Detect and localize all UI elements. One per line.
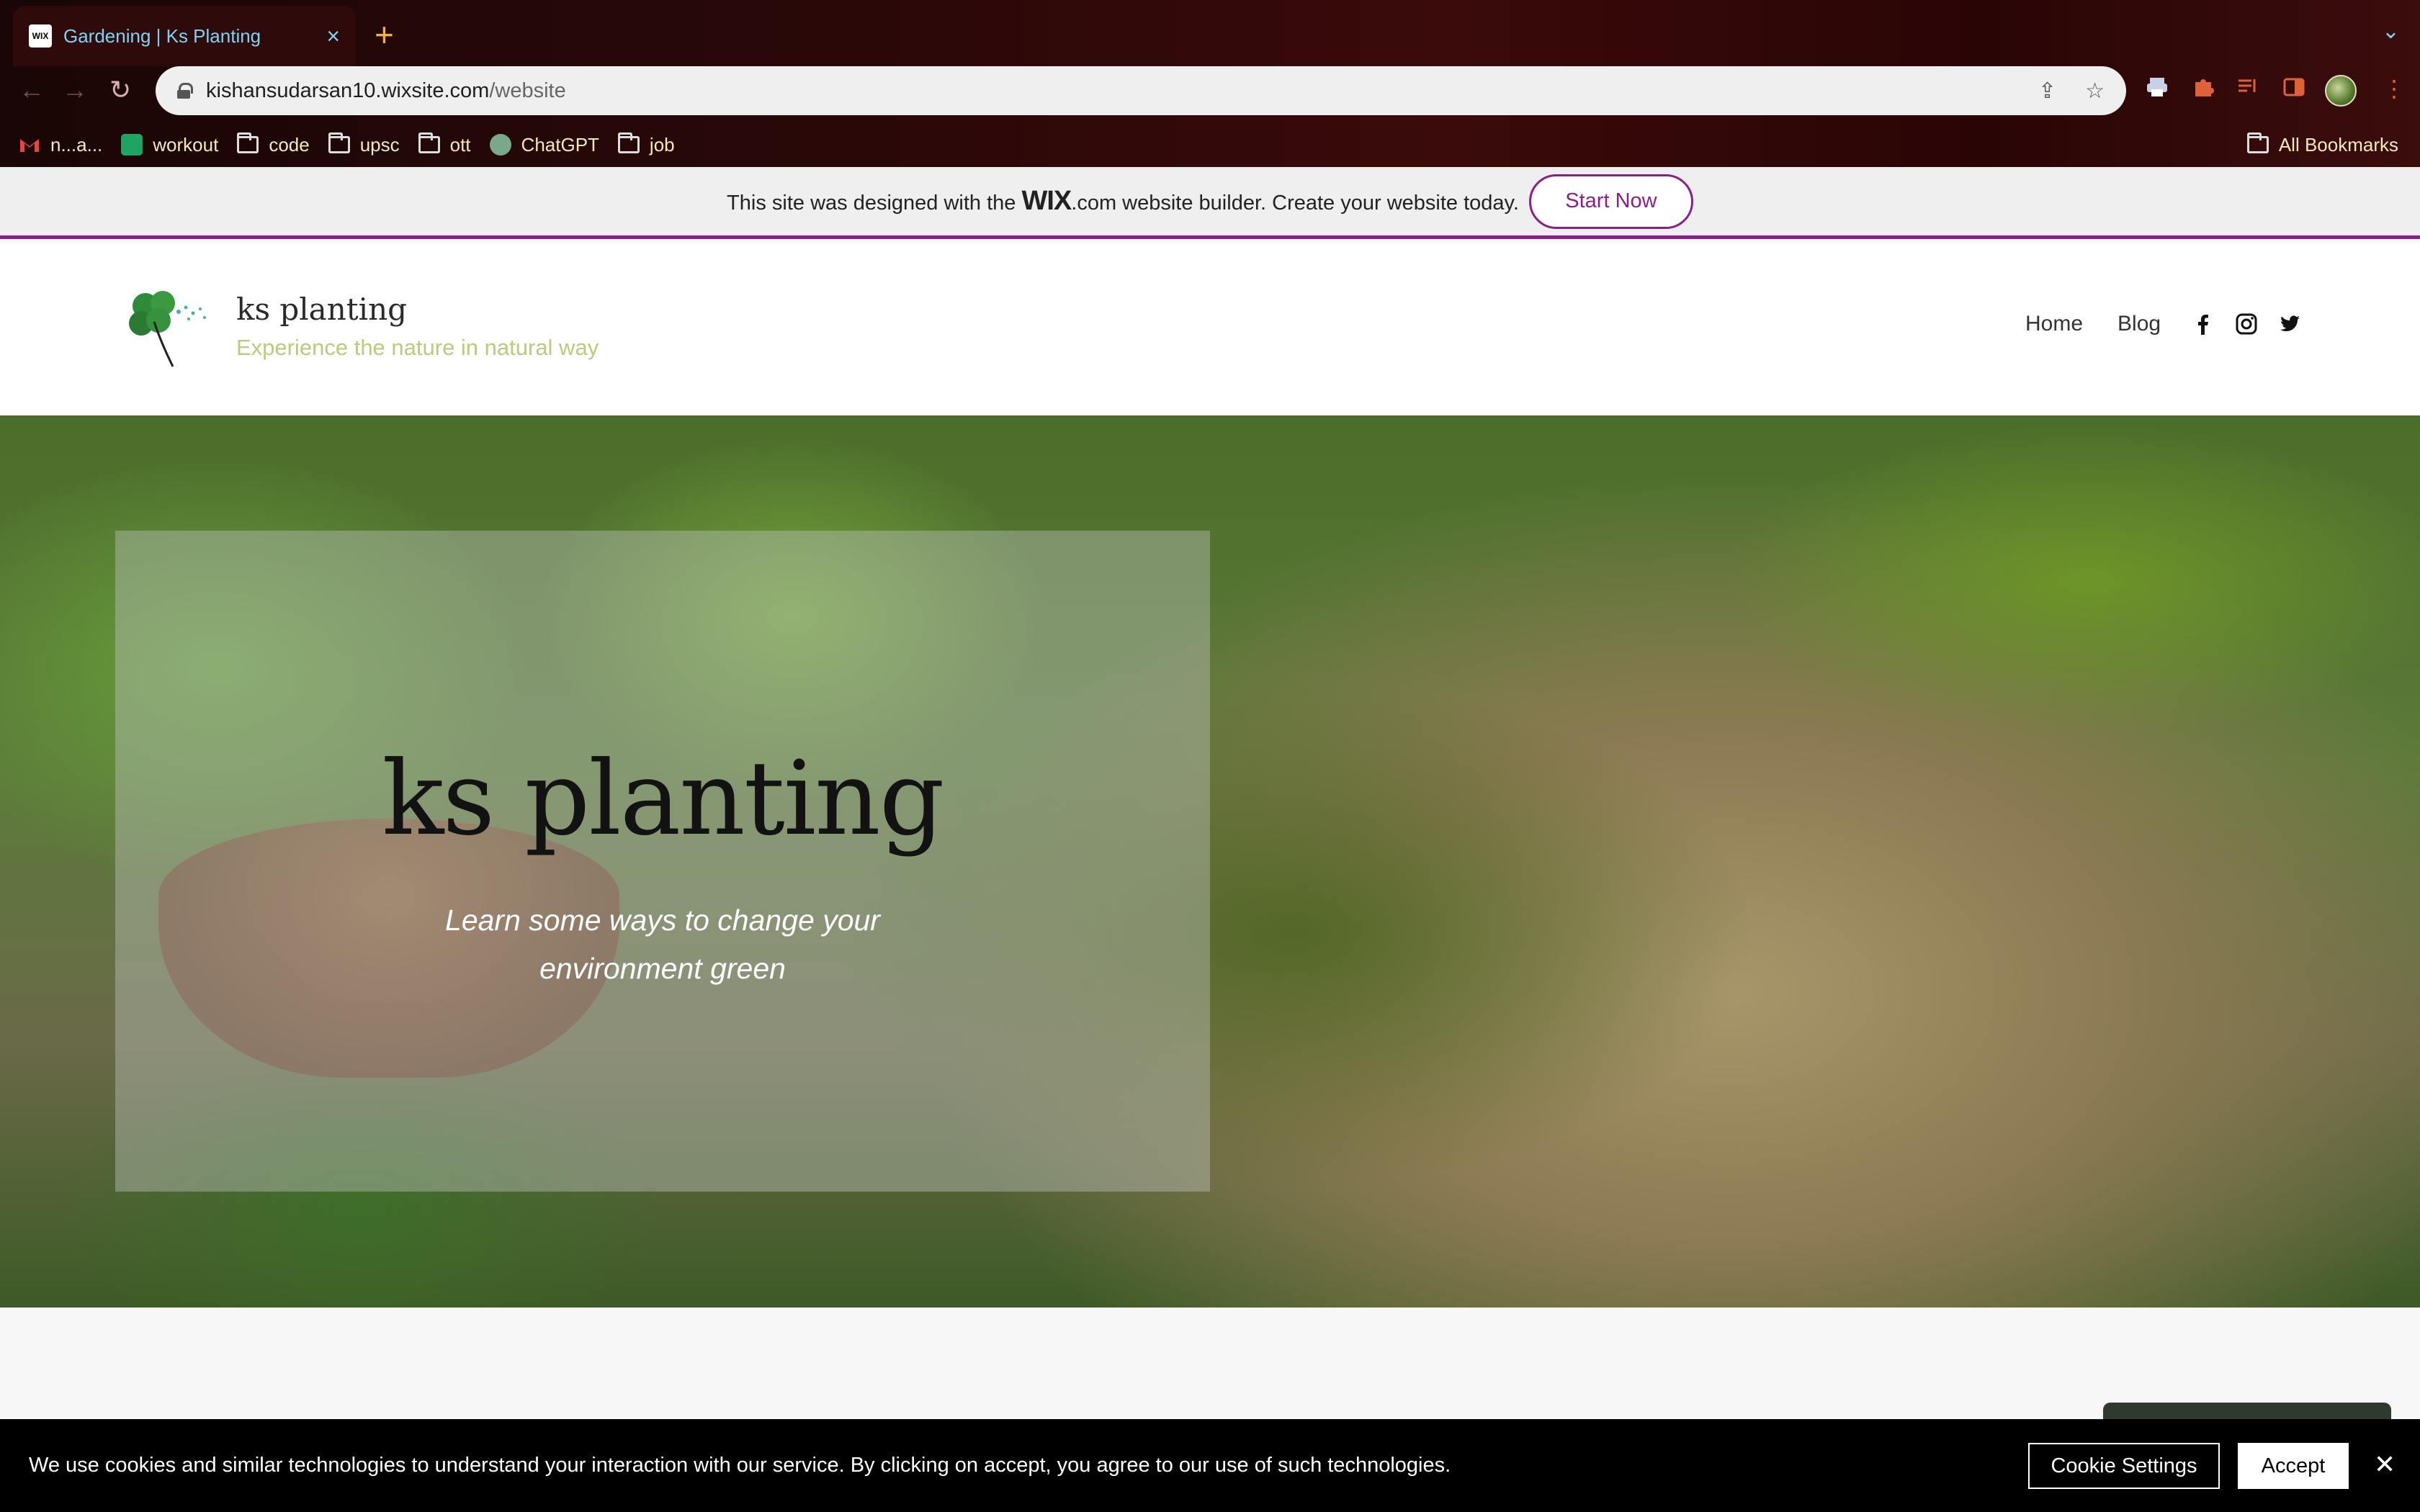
printer-extension-icon[interactable] — [2145, 75, 2169, 99]
browser-tab[interactable]: WIX Gardening | Ks Planting × — [13, 6, 356, 66]
gmail-icon — [20, 139, 39, 152]
hero-title: ks planting — [382, 739, 944, 858]
bookmark-upsc[interactable]: upsc — [328, 132, 400, 156]
cookie-consent-bar: We use cookies and similar technologies … — [0, 1419, 2420, 1512]
bookmark-label: upsc — [359, 133, 400, 156]
bookmark-label: ChatGPT — [521, 133, 599, 156]
wix-promo-banner: This site was designed with the WIX.com … — [0, 167, 2420, 239]
folder-icon — [237, 132, 259, 153]
site-name[interactable]: ks planting — [236, 292, 407, 327]
reload-icon[interactable]: ↻ — [109, 75, 131, 105]
close-icon[interactable]: ✕ — [2374, 1449, 2396, 1480]
bookmark-star-icon[interactable]: ☆ — [2085, 78, 2105, 104]
nav-blog[interactable]: Blog — [2118, 312, 2161, 336]
bookmark-gmail[interactable]: n...a... — [19, 134, 102, 156]
bookmark-code[interactable]: code — [237, 132, 310, 156]
wix-banner-text: This site was designed with the WIX.com … — [727, 186, 1519, 217]
bookmark-ott[interactable]: ott — [418, 132, 471, 156]
hero-subtitle-line: Learn some ways to change your — [445, 904, 880, 937]
cookie-text: We use cookies and similar technologies … — [29, 1454, 1451, 1477]
wix-favicon-icon: WIX — [29, 24, 52, 48]
folder-icon — [617, 132, 640, 153]
profile-avatar[interactable] — [2325, 75, 2357, 107]
url-text[interactable]: kishansudarsan10.wixsite.com/website — [206, 79, 2038, 103]
bookmark-label: job — [649, 133, 675, 156]
tab-search-chevron-icon[interactable]: ⌄ — [2382, 19, 2400, 44]
nav-home[interactable]: Home — [2025, 312, 2083, 336]
twitter-icon[interactable] — [2277, 312, 2302, 336]
all-bookmarks[interactable]: All Bookmarks — [2246, 132, 2398, 156]
wix-banner-text-before: This site was designed with the — [727, 192, 1016, 215]
folder-icon — [2246, 132, 2269, 153]
facebook-icon[interactable] — [2191, 312, 2215, 336]
hero-section: ks planting Learn some ways to change yo… — [0, 415, 2420, 1308]
sheets-icon — [121, 134, 143, 156]
lower-section — [0, 1308, 2420, 1419]
browser-menu-icon[interactable]: ⋮ — [2383, 75, 2406, 102]
browser-chrome: WIX Gardening | Ks Planting × + ⌄ ← → ↻ … — [0, 0, 2420, 167]
back-icon[interactable]: ← — [19, 75, 45, 105]
wix-logo: WIX — [1021, 186, 1072, 216]
cookie-settings-button[interactable]: Cookie Settings — [2028, 1443, 2220, 1489]
new-tab-icon[interactable]: + — [375, 16, 394, 53]
address-bar[interactable]: kishansudarsan10.wixsite.com/website ⇪ ☆ — [156, 66, 2126, 115]
bookmark-chatgpt[interactable]: ChatGPT — [489, 133, 599, 156]
site-header: ks planting Experience the nature in nat… — [0, 243, 2420, 415]
forward-icon[interactable]: → — [62, 75, 88, 105]
extensions-puzzle-icon[interactable] — [2191, 75, 2215, 99]
share-icon[interactable]: ⇪ — [2038, 78, 2056, 104]
bookmark-job[interactable]: job — [617, 132, 675, 156]
clover-logo-icon[interactable] — [125, 286, 210, 369]
site-tagline: Experience the nature in natural way — [236, 335, 599, 360]
bookmarks-bar: n...a... workout code upsc ott ChatGPT j… — [0, 127, 2420, 163]
folder-icon — [328, 132, 350, 153]
chatgpt-icon — [489, 134, 511, 156]
reading-list-icon[interactable] — [2236, 75, 2260, 99]
tab-close-icon[interactable]: × — [326, 23, 340, 50]
bookmark-label: ott — [449, 133, 471, 156]
bookmark-label: code — [269, 133, 310, 156]
accept-button[interactable]: Accept — [2238, 1443, 2349, 1489]
bookmark-workout[interactable]: workout — [121, 134, 218, 156]
lock-icon[interactable] — [177, 83, 193, 99]
tab-title: Gardening | Ks Planting — [63, 24, 261, 47]
start-now-button[interactable]: Start Now — [1528, 174, 1693, 229]
url-host: kishansudarsan10.wixsite.com — [206, 78, 490, 102]
side-panel-icon[interactable] — [2282, 75, 2306, 99]
bookmark-label: n...a... — [50, 133, 103, 156]
bookmark-label: workout — [153, 133, 219, 156]
url-path: /website — [489, 78, 566, 102]
instagram-icon[interactable] — [2234, 312, 2259, 336]
wix-banner-text-after: .com website builder. Create your websit… — [1071, 192, 1519, 215]
hero-subtitle: Learn some ways to change your environme… — [115, 896, 1210, 993]
main-nav: Home Blog — [2025, 312, 2195, 336]
all-bookmarks-label: All Bookmarks — [2278, 133, 2398, 156]
hero-subtitle-line: environment green — [539, 952, 786, 985]
hero-text-box: ks planting Learn some ways to change yo… — [115, 531, 1210, 1192]
folder-icon — [418, 132, 440, 153]
